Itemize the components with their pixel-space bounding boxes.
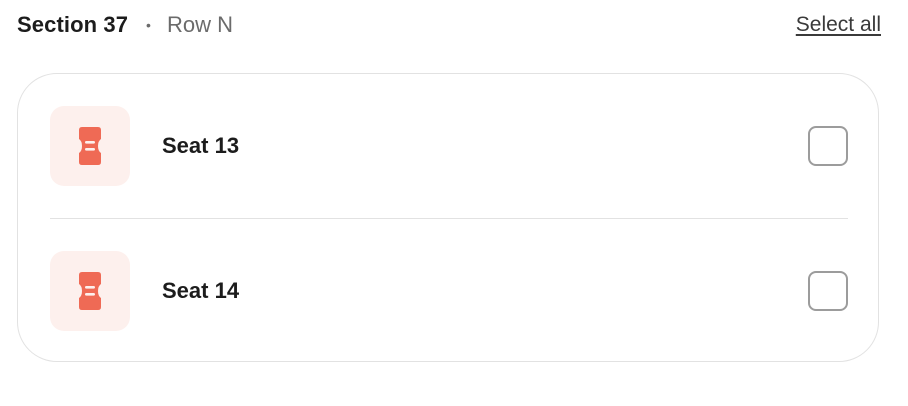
ticket-icon — [50, 106, 130, 186]
seat-label: Seat 14 — [162, 278, 240, 303]
seat-row[interactable]: Seat 14 — [50, 251, 848, 331]
seat-row[interactable]: Seat 13 — [50, 106, 848, 186]
seat-checkbox[interactable] — [808, 271, 848, 311]
separator-dot: • — [146, 17, 151, 33]
ticket-icon — [50, 251, 130, 331]
divider — [50, 218, 848, 219]
seat-list-card: Seat 13 Seat 14 — [17, 73, 879, 362]
seat-label: Seat 13 — [162, 133, 240, 158]
seat-checkbox[interactable] — [808, 126, 848, 166]
row-label: Row N — [166, 12, 233, 37]
section-title: Section 37 — [17, 12, 129, 37]
select-all-link[interactable]: Select all — [796, 13, 881, 37]
seat-group-header: Section 37 • Row N Select all — [17, 10, 881, 40]
